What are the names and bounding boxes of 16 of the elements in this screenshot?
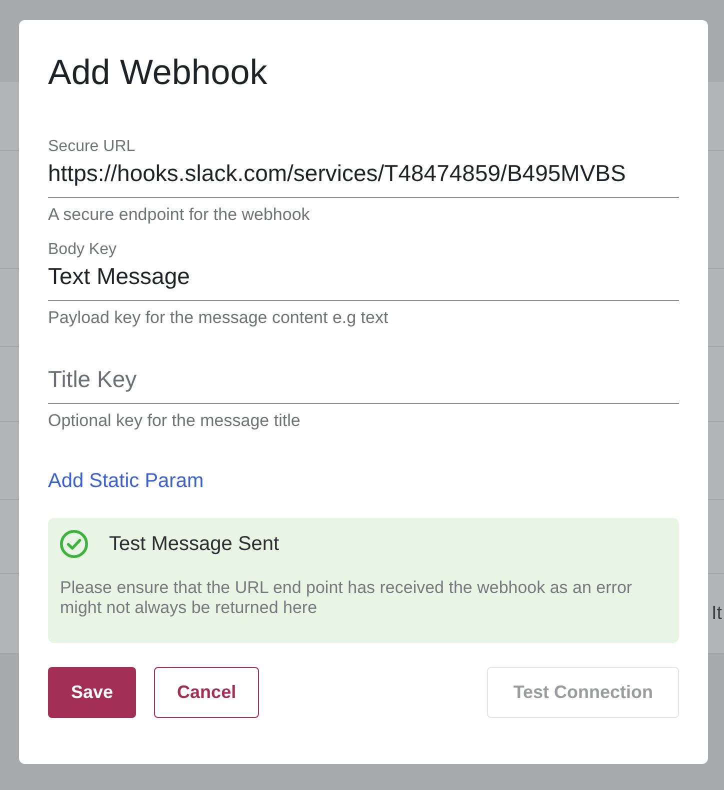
dialog-title: Add Webhook	[48, 53, 268, 93]
alert-message: Please ensure that the URL end point has received the webhook as an error might not always be returned here	[60, 578, 634, 618]
text-field[interactable]: Title Key	[48, 365, 679, 404]
helper-text: Payload key for the message content e.g text	[48, 308, 388, 328]
background-text: It	[711, 602, 722, 624]
field-label: Body Key	[48, 241, 116, 259]
text-field[interactable]: Text Message	[48, 262, 679, 301]
add-static-param-link[interactable]: Add Static Param	[48, 469, 204, 493]
check-circle-icon	[60, 530, 88, 558]
helper-text: Optional key for the message title	[48, 411, 300, 431]
save-button[interactable]: Save	[48, 667, 136, 718]
field-label: Secure URL	[48, 138, 136, 156]
alert-title: Test Message Sent	[109, 532, 280, 556]
helper-text: A secure endpoint for the webhook	[48, 205, 310, 225]
text-field[interactable]: https://hooks.slack.com/services/T48474859/B495MVBS	[48, 159, 679, 198]
cancel-button[interactable]: Cancel	[154, 667, 260, 718]
